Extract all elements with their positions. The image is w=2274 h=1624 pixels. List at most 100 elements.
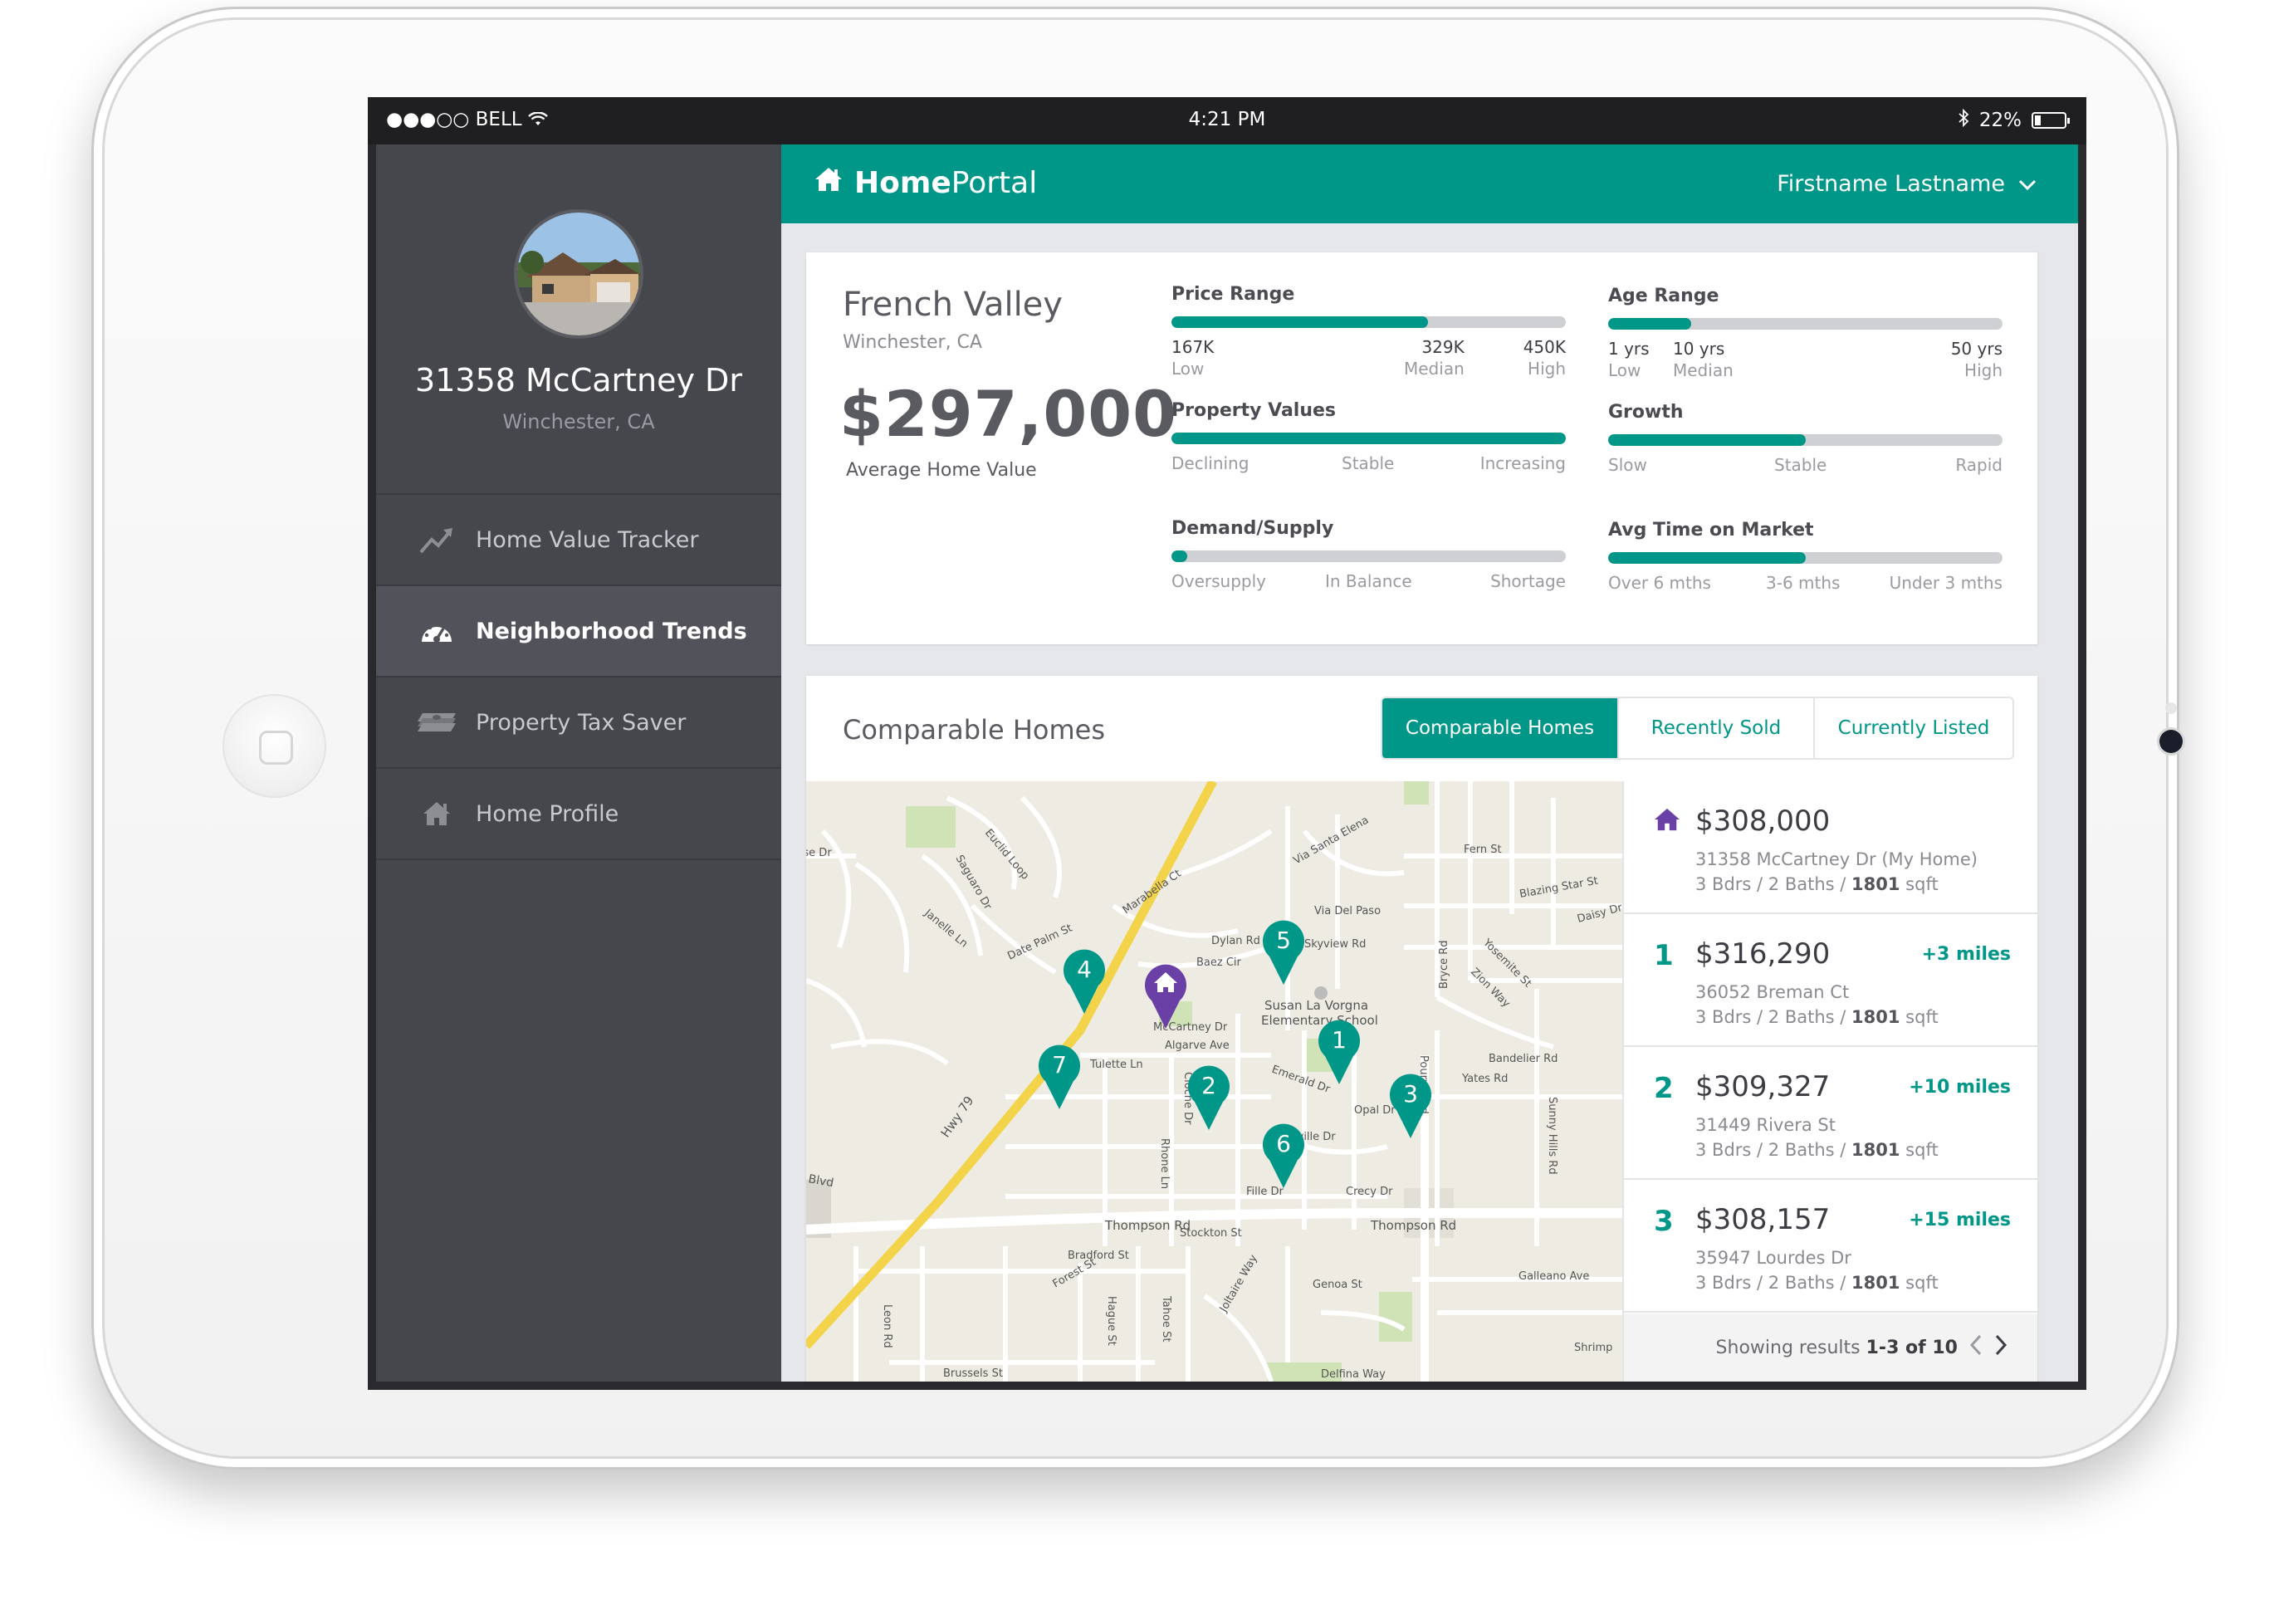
map-label: Leon Rd [881,1304,893,1348]
metric-growth: Growth Slow Stable Rapid [1608,402,2003,496]
map-label: Brussels St [943,1367,1003,1380]
camera-icon [2159,730,2183,753]
user-name: Firstname Lastname [1777,171,2005,197]
chevron-left-icon[interactable] [1969,1334,1983,1361]
map-label: Delfina Way [1321,1368,1386,1381]
comparable-homes-card: Comparable Homes Comparable Homes Recent… [806,676,2037,1382]
map-label: Thompson Rd [1104,1218,1191,1233]
home-button[interactable] [223,694,326,798]
list-item[interactable]: 1 $316,290 +3 miles 36052 Breman Ct 3 Bd… [1624,914,2037,1047]
map-pin-7[interactable]: 7 [1037,1043,1082,1111]
sidebar-address: 31358 McCartney Dr [415,362,742,399]
map-park [1379,1292,1412,1342]
house-icon [814,166,843,200]
map-label: Rhone Ln [1158,1138,1171,1189]
sidebar-item-home-value-tracker[interactable]: Home Value Tracker [376,495,781,586]
house-icon [416,797,457,830]
map-label: Marabella Ct [1121,868,1184,917]
comparables-map[interactable]: Thompson Rd Thompson Rd Hwy 79 Susan La … [806,781,1622,1382]
neighborhood-stats-card: French Valley Winchester, CA $297,000 Av… [806,252,2037,644]
list-number: 1 [1654,939,1674,972]
average-home-value: $297,000 [839,377,1178,451]
list-item[interactable]: 2 $309,327 +10 miles 31449 Rivera St 3 B… [1624,1047,2037,1180]
metric-title: Growth [1608,402,1684,423]
map-pin-5[interactable]: 5 [1261,918,1306,986]
map-park [1404,781,1429,805]
map-label: Galleano Ave [1518,1270,1589,1283]
sidebar-item-neighborhood-trends[interactable]: Neighborhood Trends [376,586,781,677]
money-stack-icon [416,706,457,739]
metric-ticks: Over 6 mths 3-6 mths Under 3 mths [1608,572,2003,614]
sidebar-item-label: Home Value Tracker [476,526,699,553]
user-menu[interactable]: Firstname Lastname [1777,171,2037,197]
map-pin-3[interactable]: 3 [1388,1072,1433,1140]
tick-c: Rapid [1955,455,2003,475]
map-park [906,806,956,848]
tab-recently-sold[interactable]: Recently Sold [1617,698,1813,758]
brand-logo[interactable]: HomePortal [814,166,1037,200]
map-label: Dylan Rd [1211,935,1260,947]
metric-bar-fill [1171,433,1566,444]
map-pin-label: 7 [1052,1051,1067,1079]
map-label: Tulette Ln [1089,1059,1143,1071]
list-item-my-home[interactable]: $308,000 31358 McCartney Dr (My Home) 3 … [1624,781,2037,914]
battery-icon [2032,112,2070,129]
sidebar-nav: Home Value Tracker Neighborhood Trends P… [376,493,781,860]
map-label: Shrimp [1574,1342,1612,1354]
pagination: Showing results 1-3 of 10 [1624,1313,2037,1382]
metric-title: Demand/Supply [1171,518,1334,539]
metric-bar-fill [1608,318,1691,330]
metric-avg-time-on-market: Avg Time on Market Over 6 mths 3-6 mths … [1608,520,2003,614]
map-pin-label: 6 [1276,1130,1291,1157]
metric-price-range: Price Range 167K Low 329K Median 450K High [1171,284,1566,379]
tick-c: Shortage [1490,571,1566,591]
metric-demand-supply: Demand/Supply Oversupply In Balance Shor… [1171,518,1566,612]
map-pin-label: 5 [1276,927,1291,954]
map-pin-label: 3 [1403,1080,1418,1108]
tab-comparable-homes[interactable]: Comparable Homes [1382,698,1617,758]
list-item[interactable]: 3 $308,157 +15 miles 35947 Lourdes Dr 3 … [1624,1180,2037,1313]
metric-ticks: 167K Low 329K Median 450K High [1171,336,1566,379]
map-pin-1[interactable]: 1 [1317,1018,1362,1086]
map-label: Yates Rd [1461,1073,1508,1085]
list-street: 35947 Lourdes Dr [1695,1248,1851,1268]
metric-title: Age Range [1608,286,1719,306]
comparables-list: $308,000 31358 McCartney Dr (My Home) 3 … [1622,781,2037,1382]
tick-a: Slow [1608,455,1647,475]
tick-a: Over 6 mths [1608,573,1711,593]
list-details: 3 Bdrs / 2 Baths / 1801 sqft [1695,1140,1939,1160]
clock: 4:21 PM [1188,109,1266,130]
map-pin-my-home[interactable] [1143,962,1188,1030]
map-label: Euclid Loop [982,827,1031,883]
screen: ●●●○○ BELL 4:21 PM 22% 31358 McCartney D… [368,97,2086,1390]
metric-title: Property Values [1171,400,1337,421]
map-label: Hague St [1105,1296,1117,1346]
neighborhood-city: Winchester, CA [843,332,982,353]
metric-bar-fill [1171,550,1187,562]
list-details: 3 Bdrs / 2 Baths / 1801 sqft [1695,874,1939,894]
battery-percent: 22% [1978,110,2022,131]
tablet-frame: ●●●○○ BELL 4:21 PM 22% 31358 McCartney D… [91,7,2183,1470]
metric-title: Avg Time on Market [1608,520,1814,541]
ambient-sensor [2165,702,2177,714]
metric-bar-fill [1171,316,1428,328]
tab-currently-listed[interactable]: Currently Listed [1813,698,2012,758]
metric-age-range: Age Range 1 yrs Low 10 yrs Median 50 yrs Hi… [1608,286,2003,380]
map-pin-4[interactable]: 4 [1062,947,1107,1015]
tick-b: In Balance [1325,571,1412,591]
chevron-down-icon [2018,171,2037,197]
chevron-right-icon[interactable] [1994,1334,2007,1361]
map-label: Saguaro Dr [953,854,995,912]
sidebar-item-home-profile[interactable]: Home Profile [376,769,781,860]
sidebar-item-property-tax-saver[interactable]: Property Tax Saver [376,677,781,769]
map-label: Thompson Rd [1370,1218,1456,1233]
map-pin-6[interactable]: 6 [1261,1122,1306,1190]
metric-ticks: Slow Stable Rapid [1608,454,2003,496]
app-header: HomePortal Firstname Lastname [781,144,2078,223]
map-pin-2[interactable]: 2 [1186,1064,1231,1132]
list-distance: +3 miles [1921,944,2011,965]
sidebar-city: Winchester, CA [502,410,655,433]
list-number: 3 [1654,1205,1674,1238]
map-label: Stockton St [1180,1227,1242,1240]
metric-bar [1608,434,2003,446]
